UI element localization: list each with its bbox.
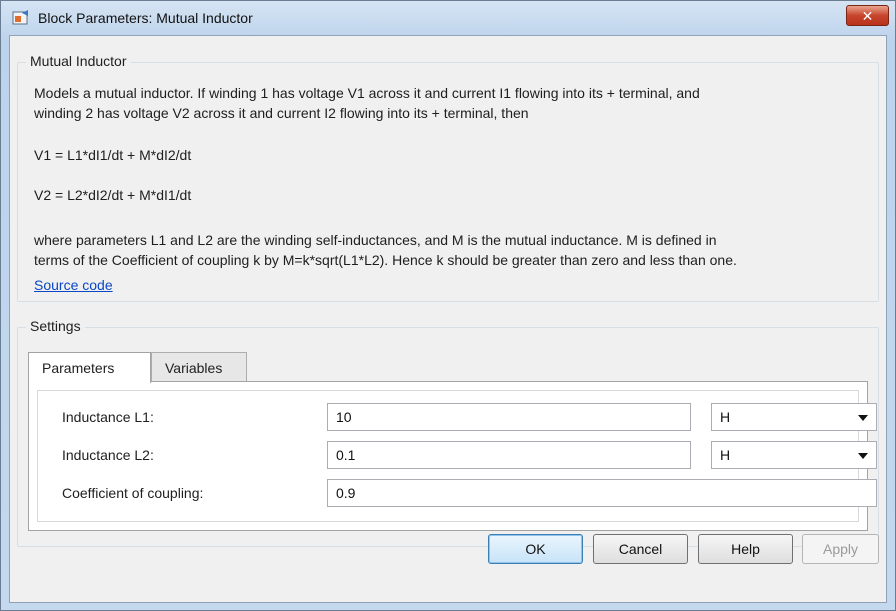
description-group: Mutual Inductor Models a mutual inductor… <box>17 53 879 302</box>
source-code-link[interactable]: Source code <box>34 277 113 293</box>
dialog-body: Mutual Inductor Models a mutual inductor… <box>9 35 887 603</box>
chevron-down-icon <box>858 453 868 459</box>
help-button[interactable]: Help <box>698 534 793 564</box>
inductance-l1-unit-value: H <box>720 409 731 425</box>
window-title: Block Parameters: Mutual Inductor <box>38 10 253 26</box>
inductance-l2-input[interactable] <box>327 441 691 469</box>
close-button[interactable]: ✕ <box>846 5 889 26</box>
ok-button-label: OK <box>525 541 546 557</box>
coupling-coefficient-label: Coefficient of coupling: <box>62 485 204 501</box>
equation-2: V2 = L2*dI2/dt + M*dI1/dt <box>34 185 191 205</box>
settings-group-title: Settings <box>26 318 85 334</box>
inductance-l1-input[interactable] <box>327 403 691 431</box>
chevron-down-icon <box>858 415 868 421</box>
tab-variables-label: Variables <box>165 359 223 376</box>
apply-button-label: Apply <box>822 541 859 557</box>
where-line-2: terms of the Coefficient of coupling k b… <box>34 252 737 268</box>
inductance-l2-label: Inductance L2: <box>62 447 154 463</box>
where-line-1: where parameters L1 and L2 are the windi… <box>34 232 717 248</box>
dialog-window: Block Parameters: Mutual Inductor ✕ Mutu… <box>0 0 896 611</box>
inductance-l2-unit-select[interactable]: H <box>711 441 877 469</box>
parameters-panel: Inductance L1: H Inductance L2: H Coeffi… <box>28 381 877 531</box>
tab-parameters[interactable]: Parameters <box>28 352 151 383</box>
intro-line-1: Models a mutual inductor. If winding 1 h… <box>34 85 700 101</box>
tab-parameters-label: Parameters <box>42 360 115 376</box>
cancel-button-label: Cancel <box>618 541 663 557</box>
help-button-label: Help <box>731 541 760 557</box>
apply-button[interactable]: Apply <box>802 534 879 564</box>
inductance-l1-label: Inductance L1: <box>62 409 154 425</box>
intro-line-2: winding 2 has voltage V2 across it and c… <box>34 105 529 121</box>
where-paragraph: where parameters L1 and L2 are the windi… <box>34 230 737 270</box>
intro-paragraph: Models a mutual inductor. If winding 1 h… <box>34 83 700 123</box>
equation-1-text: V1 = L1*dI1/dt + M*dI2/dt <box>34 147 192 163</box>
inductance-l1-unit-select[interactable]: H <box>711 403 877 431</box>
description-group-title: Mutual Inductor <box>26 53 131 69</box>
title-bar[interactable]: Block Parameters: Mutual Inductor ✕ <box>1 1 895 35</box>
cancel-button[interactable]: Cancel <box>593 534 688 564</box>
ok-button[interactable]: OK <box>488 534 583 564</box>
tab-variables[interactable]: Variables <box>151 352 247 382</box>
close-icon: ✕ <box>861 7 874 24</box>
inductance-l2-unit-value: H <box>720 447 731 463</box>
equation-2-text: V2 = L2*dI2/dt + M*dI1/dt <box>34 187 192 203</box>
equation-1: V1 = L1*dI1/dt + M*dI2/dt <box>34 145 191 165</box>
coupling-coefficient-input[interactable] <box>327 479 877 507</box>
simulink-block-icon <box>12 10 28 25</box>
parameters-frame: Inductance L1: H Inductance L2: H Coeffi… <box>37 390 877 522</box>
